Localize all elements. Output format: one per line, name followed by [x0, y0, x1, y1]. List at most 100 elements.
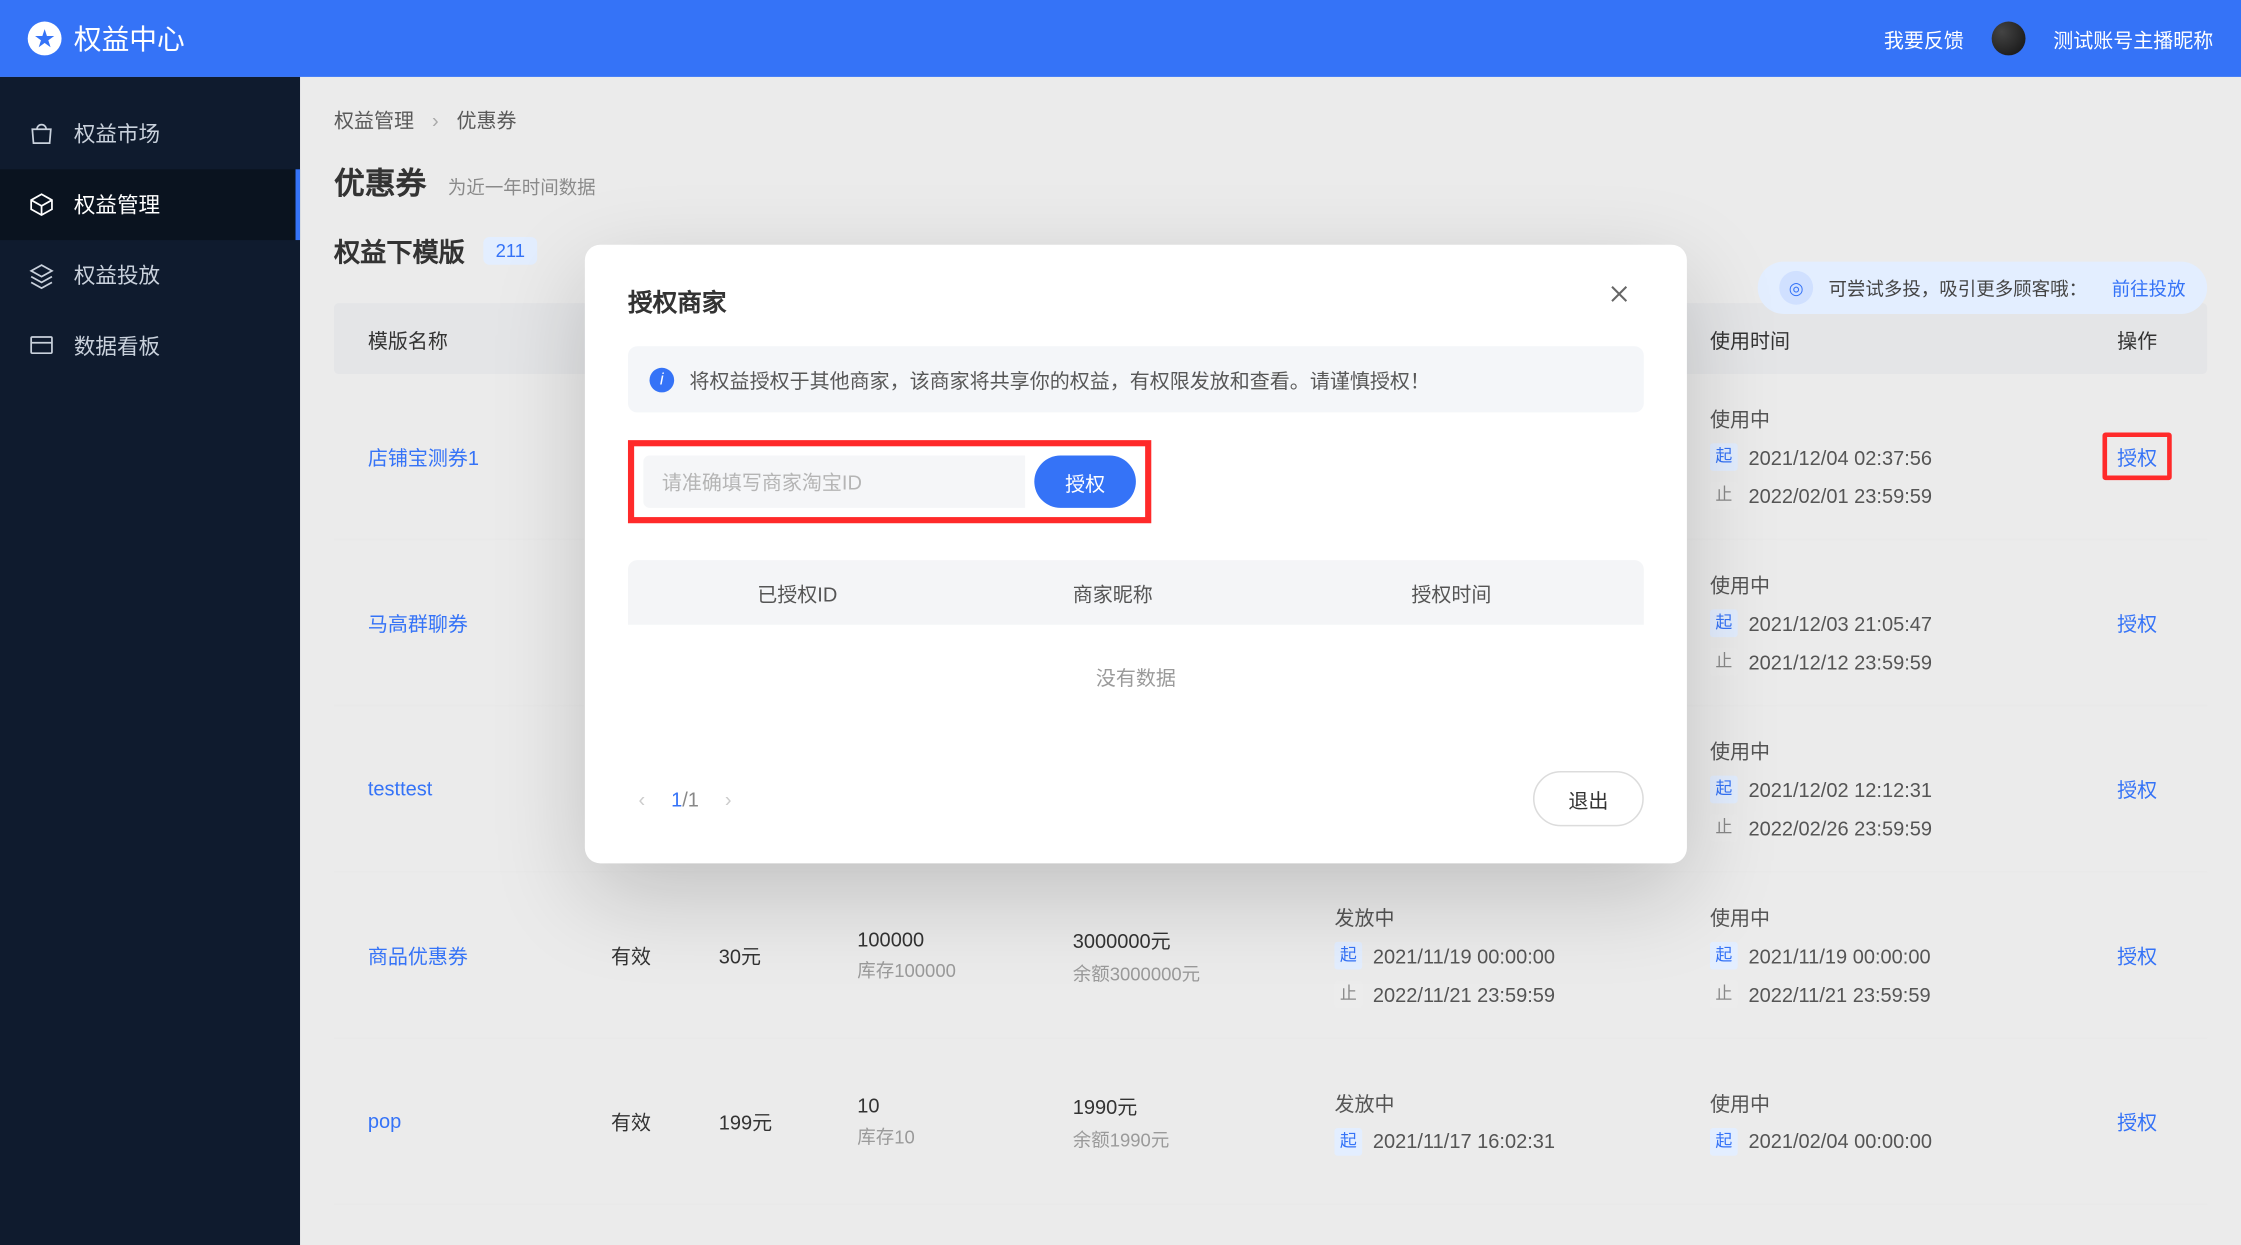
use-status: 使用中 — [1710, 736, 2067, 765]
sidebar-item-label: 数据看板 — [74, 331, 160, 362]
end-tag: 止 — [1334, 980, 1362, 1008]
use-start-time: 2021/12/02 12:12:31 — [1748, 778, 1932, 801]
tip-link[interactable]: 前往投放 — [2112, 275, 2186, 301]
template-name-link[interactable]: pop — [368, 1110, 401, 1133]
use-start-time: 2021/12/04 02:37:56 — [1748, 446, 1932, 469]
use-end-time: 2022/02/01 23:59:59 — [1748, 484, 1932, 507]
chevron-left-icon[interactable]: ‹ — [628, 785, 656, 813]
page-current: 1 — [671, 787, 682, 810]
throw-end-time: 2022/11/21 23:59:59 — [1373, 983, 1555, 1006]
throw-start-time: 2021/11/19 00:00:00 — [1373, 944, 1555, 967]
start-tag: 起 — [1334, 942, 1362, 970]
use-end-time: 2022/11/21 23:59:59 — [1748, 983, 1930, 1006]
tip-bar: ◎ 可尝试多投，吸引更多顾客哦： 前往投放 — [1758, 262, 2207, 314]
use-status: 使用中 — [1710, 902, 2067, 931]
username[interactable]: 测试账号主播昵称 — [2053, 24, 2213, 53]
info-alert-text: 将权益授权于其他商家，该商家将共享你的权益，有权限发放和查看。请谨慎授权！ — [690, 365, 1430, 394]
count-badge: 211 — [483, 236, 537, 264]
brand: ★ 权益中心 — [28, 18, 1884, 58]
column-header-name: 模版名称 — [334, 324, 611, 353]
stock-sub: 库存10 — [857, 1123, 1072, 1149]
use-start-time: 2021/11/19 00:00:00 — [1748, 944, 1930, 967]
start-tag: 起 — [1334, 1127, 1362, 1155]
end-tag: 止 — [1710, 980, 1738, 1008]
authorize-merchant-modal: 授权商家 i 将权益授权于其他商家，该商家将共享你的权益，有权限发放和查看。请谨… — [585, 245, 1687, 864]
throw-status: 发放中 — [1334, 902, 1710, 931]
no-data-placeholder: 没有数据 — [628, 625, 1644, 728]
end-tag: 止 — [1710, 482, 1738, 510]
close-icon[interactable] — [1607, 282, 1644, 319]
template-name-link[interactable]: 商品优惠券 — [368, 945, 468, 968]
balance-value: 3000000元 — [1073, 924, 1335, 953]
use-start-time: 2021/02/04 00:00:00 — [1748, 1130, 1932, 1153]
template-name-link[interactable]: 店铺宝测券1 — [368, 446, 479, 469]
chevron-right-icon[interactable]: › — [714, 785, 742, 813]
use-status: 使用中 — [1710, 569, 2067, 598]
table-row: 商品优惠券 有效 30元 100000库存100000 3000000元余额30… — [334, 873, 2207, 1039]
cube-icon — [28, 191, 56, 219]
throw-status: 发放中 — [1334, 1087, 1710, 1116]
info-alert: i 将权益授权于其他商家，该商家将共享你的权益，有权限发放和查看。请谨慎授权！ — [628, 346, 1644, 412]
feedback-link[interactable]: 我要反馈 — [1884, 24, 1964, 53]
status-cell: 有效 — [611, 940, 719, 969]
chevron-right-icon: › — [432, 109, 439, 132]
balance-value: 1990元 — [1073, 1090, 1335, 1119]
amount-cell: 199元 — [719, 1106, 858, 1135]
authorize-input-group: 授权 — [628, 440, 1151, 523]
dashboard-icon — [28, 332, 56, 360]
column-header-auth-time: 授权时间 — [1259, 578, 1644, 607]
column-header-use-time: 使用时间 — [1710, 324, 2067, 353]
target-icon: ◎ — [1779, 271, 1813, 305]
section-title: 权益下模版 — [334, 231, 465, 269]
layers-icon — [28, 262, 56, 290]
stock-sub: 库存100000 — [857, 956, 1072, 982]
sidebar-item-market[interactable]: 权益市场 — [0, 98, 300, 169]
tip-text: 可尝试多投，吸引更多顾客哦： — [1828, 275, 2087, 301]
template-name-link[interactable]: 马高群聊券 — [368, 612, 468, 635]
authorize-button[interactable]: 授权 — [1034, 456, 1136, 508]
top-header: ★ 权益中心 我要反馈 测试账号主播昵称 — [0, 0, 2241, 77]
use-status: 使用中 — [1710, 1087, 2067, 1116]
page-subtitle: 为近一年时间数据 — [448, 174, 596, 200]
breadcrumb-item: 优惠券 — [457, 109, 517, 132]
authorize-link[interactable]: 授权 — [2117, 774, 2157, 803]
status-cell: 有效 — [611, 1106, 719, 1135]
sidebar-item-label: 权益市场 — [74, 118, 160, 149]
authorize-link[interactable]: 授权 — [2117, 446, 2157, 469]
use-status: 使用中 — [1710, 403, 2067, 432]
avatar[interactable] — [1992, 22, 2026, 56]
exit-button[interactable]: 退出 — [1533, 771, 1644, 826]
page-total: 1 — [688, 787, 699, 810]
sidebar-item-label: 权益投放 — [74, 260, 160, 291]
merchant-id-input[interactable] — [643, 456, 1025, 508]
start-tag: 起 — [1710, 776, 1738, 804]
authorize-link[interactable]: 授权 — [2117, 940, 2157, 969]
authorize-link[interactable]: 授权 — [2117, 1106, 2157, 1135]
column-header-op: 操作 — [2067, 324, 2207, 353]
authorized-list-header: 已授权ID 商家昵称 授权时间 — [628, 560, 1644, 625]
authorize-link[interactable]: 授权 — [2117, 608, 2157, 637]
end-tag: 止 — [1710, 814, 1738, 842]
info-icon: i — [650, 367, 675, 392]
sidebar-item-deliver[interactable]: 权益投放 — [0, 240, 300, 311]
stock-value: 100000 — [857, 927, 1072, 950]
stock-value: 10 — [857, 1093, 1072, 1116]
pagination: ‹ 1/1 › — [628, 785, 1533, 813]
end-tag: 止 — [1710, 648, 1738, 676]
balance-sub: 余额3000000元 — [1073, 960, 1335, 986]
breadcrumb-item[interactable]: 权益管理 — [334, 109, 414, 132]
column-header-authorized-id: 已授权ID — [628, 578, 967, 607]
sidebar-item-dashboard[interactable]: 数据看板 — [0, 311, 300, 382]
template-name-link[interactable]: testtest — [368, 777, 433, 800]
page-title: 优惠券 — [334, 159, 426, 204]
table-row: pop 有效 199元 10库存10 1990元余额1990元 发放中 起202… — [334, 1039, 2207, 1205]
start-tag: 起 — [1710, 443, 1738, 471]
start-tag: 起 — [1710, 609, 1738, 637]
use-end-time: 2021/12/12 23:59:59 — [1748, 650, 1932, 673]
use-start-time: 2021/12/03 21:05:47 — [1748, 612, 1932, 635]
start-tag: 起 — [1710, 942, 1738, 970]
use-end-time: 2022/02/26 23:59:59 — [1748, 816, 1932, 839]
sidebar-item-manage[interactable]: 权益管理 — [0, 169, 300, 240]
column-header-merchant-nick: 商家昵称 — [967, 578, 1259, 607]
user-area: 我要反馈 测试账号主播昵称 — [1884, 22, 2213, 56]
